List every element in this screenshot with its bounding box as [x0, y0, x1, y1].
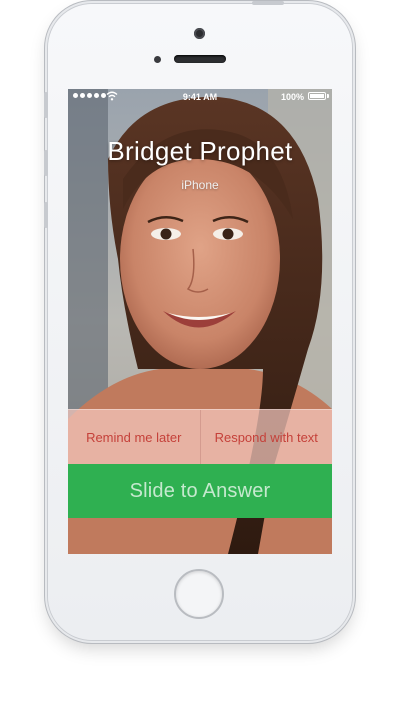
- caller-device-label: iPhone: [181, 178, 219, 192]
- battery-tip: [327, 94, 329, 98]
- sleep-button: [252, 1, 284, 5]
- volume-down-button: [44, 202, 48, 228]
- caller-name: Bridget Prophet: [107, 136, 293, 166]
- front-camera: [194, 28, 205, 39]
- status-bar: 9:41 AM 100%: [68, 89, 332, 105]
- volume-up-button: [44, 150, 48, 176]
- home-button[interactable]: [174, 569, 224, 619]
- phone-screen: 9:41 AM 100% Bridget Prophet iPhone Remi…: [68, 89, 332, 554]
- respond-with-text-button[interactable]: Respond with text: [199, 410, 333, 465]
- slide-to-answer-slider[interactable]: Slide to Answer: [68, 464, 332, 518]
- call-actions-bar: Remind me later Respond with text: [68, 409, 332, 465]
- earpiece-speaker: [174, 55, 226, 63]
- battery-percent: 100%: [280, 92, 304, 102]
- mute-switch: [44, 92, 48, 118]
- remind-me-later-button[interactable]: Remind me later: [68, 410, 200, 465]
- battery-icon: [308, 92, 326, 100]
- proximity-sensor: [154, 56, 161, 63]
